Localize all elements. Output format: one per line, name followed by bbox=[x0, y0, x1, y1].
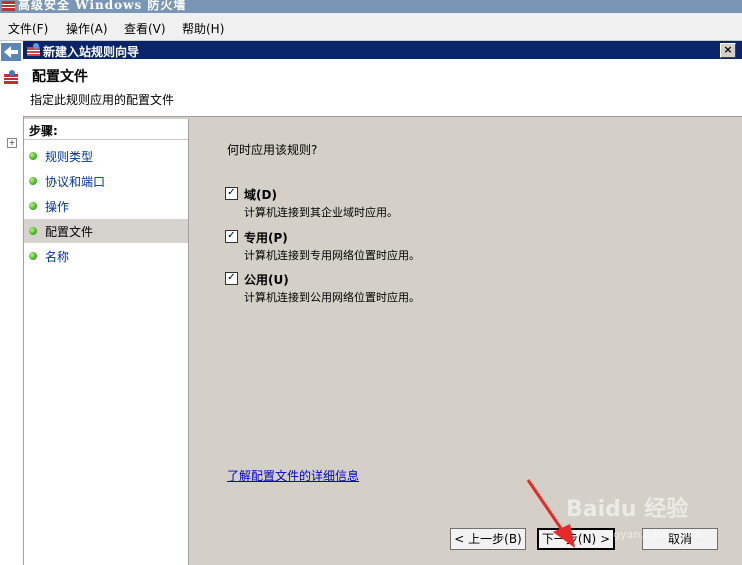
private-checkbox[interactable]: ✓ bbox=[225, 230, 238, 243]
status-dot-icon bbox=[29, 177, 37, 185]
watermark-url: jingyan.baidu.com bbox=[600, 528, 702, 541]
wizard-header: 配置文件 指定此规则应用的配置文件 bbox=[23, 59, 742, 117]
step-label: 操作 bbox=[45, 200, 70, 214]
menu-bar: 文件(F) 操作(A) 查看(V) 帮助(H) bbox=[0, 13, 742, 41]
wizard-title: 新建入站规则向导 bbox=[43, 45, 140, 59]
option-domain: ✓ 域(D) 计算机连接到其企业域时应用。 bbox=[225, 187, 625, 227]
firewall-icon bbox=[2, 1, 15, 11]
option-description: 计算机连接到其企业域时应用。 bbox=[244, 206, 398, 219]
navigation-strip: + bbox=[0, 41, 24, 565]
back-arrow-icon[interactable] bbox=[1, 43, 21, 61]
status-dot-icon bbox=[29, 202, 37, 210]
step-label: 规则类型 bbox=[45, 150, 94, 164]
option-label: 专用(P) bbox=[244, 231, 288, 245]
status-dot-icon bbox=[29, 227, 37, 235]
step-label: 协议和端口 bbox=[45, 175, 106, 189]
public-checkbox[interactable]: ✓ bbox=[225, 272, 238, 285]
back-button[interactable]: < 上一步(B) bbox=[450, 528, 526, 550]
watermark-logo: Baidu 经验 bbox=[566, 497, 689, 522]
option-label: 域(D) bbox=[244, 188, 277, 202]
steps-pane: 步骤: 规则类型 协议和端口 操作 配置文件 名称 bbox=[24, 119, 189, 565]
app-title: 高级安全 Windows 防火墙 bbox=[18, 0, 187, 12]
page-title: 配置文件 bbox=[32, 69, 88, 85]
option-label: 公用(U) bbox=[244, 273, 289, 287]
close-button[interactable]: × bbox=[720, 43, 736, 58]
firewall-icon[interactable] bbox=[3, 69, 19, 85]
option-description: 计算机连接到专用网络位置时应用。 bbox=[244, 249, 420, 262]
wizard-icon bbox=[27, 43, 40, 56]
menu-view[interactable]: 查看(V) bbox=[124, 20, 166, 37]
status-dot-icon bbox=[29, 252, 37, 260]
menu-file[interactable]: 文件(F) bbox=[8, 20, 48, 37]
step-rule-type[interactable]: 规则类型 bbox=[24, 144, 188, 168]
question-text: 何时应用该规则? bbox=[227, 143, 318, 157]
step-name[interactable]: 名称 bbox=[24, 244, 188, 268]
menu-help[interactable]: 帮助(H) bbox=[182, 20, 224, 37]
domain-checkbox[interactable]: ✓ bbox=[225, 187, 238, 200]
step-label: 配置文件 bbox=[45, 225, 94, 239]
step-label: 名称 bbox=[45, 250, 70, 264]
expand-icon[interactable]: + bbox=[7, 138, 17, 148]
option-description: 计算机连接到公用网络位置时应用。 bbox=[244, 291, 420, 304]
page-subtitle: 指定此规则应用的配置文件 bbox=[30, 93, 175, 107]
step-protocol-port[interactable]: 协议和端口 bbox=[24, 169, 188, 193]
wizard-title-bar: 新建入站规则向导 × bbox=[23, 41, 742, 59]
option-public: ✓ 公用(U) 计算机连接到公用网络位置时应用。 bbox=[225, 272, 625, 312]
step-profile[interactable]: 配置文件 bbox=[24, 219, 188, 243]
menu-action[interactable]: 操作(A) bbox=[66, 20, 108, 37]
steps-heading: 步骤: bbox=[29, 124, 58, 138]
status-dot-icon bbox=[29, 152, 37, 160]
divider bbox=[24, 139, 188, 140]
app-title-bar: 高级安全 Windows 防火墙 bbox=[0, 0, 742, 13]
step-action[interactable]: 操作 bbox=[24, 194, 188, 218]
option-private: ✓ 专用(P) 计算机连接到专用网络位置时应用。 bbox=[225, 230, 625, 270]
learn-more-link[interactable]: 了解配置文件的详细信息 bbox=[227, 467, 359, 484]
